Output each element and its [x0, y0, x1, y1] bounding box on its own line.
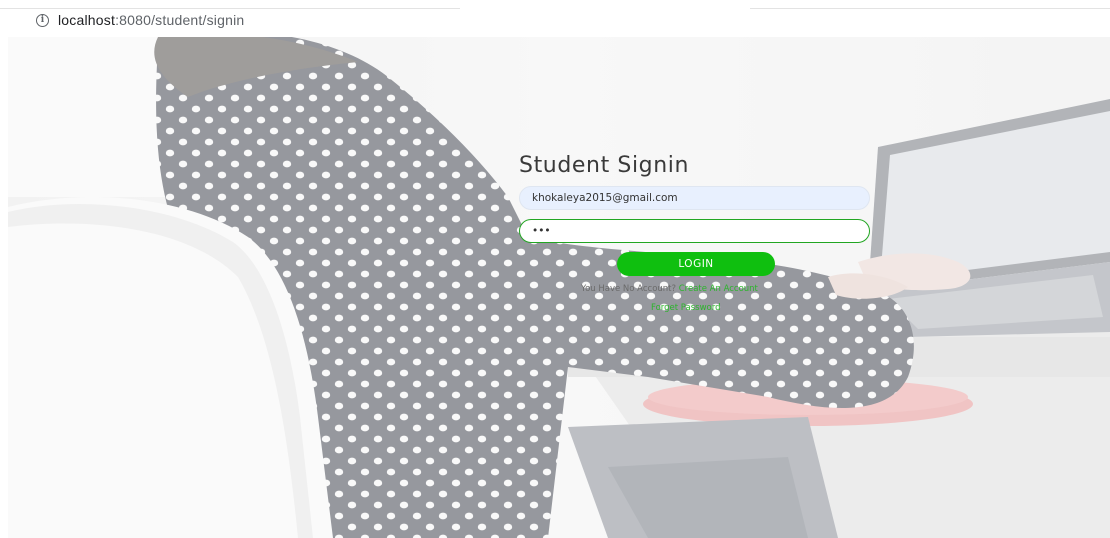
- login-button[interactable]: LOGIN: [617, 252, 775, 276]
- signup-prompt: You Have No Account? Create An Account: [581, 284, 758, 294]
- background-photo: [8, 37, 1110, 538]
- background-illustration: [8, 37, 1110, 538]
- url-path: :8080/student/signin: [115, 12, 245, 28]
- info-icon[interactable]: i: [36, 14, 49, 27]
- browser-address-bar[interactable]: i localhost:8080/student/signin: [0, 0, 1110, 36]
- url-host: localhost: [58, 12, 116, 28]
- page-title: Student Signin: [519, 153, 690, 178]
- password-input[interactable]: [519, 219, 870, 243]
- email-input[interactable]: [519, 186, 870, 210]
- active-tab-gap: [460, 6, 750, 10]
- url-text[interactable]: localhost:8080/student/signin: [58, 12, 244, 28]
- create-account-link[interactable]: Create An Account: [679, 284, 758, 294]
- no-account-text: You Have No Account?: [581, 284, 677, 294]
- forget-password-link[interactable]: Forget Password: [651, 303, 721, 313]
